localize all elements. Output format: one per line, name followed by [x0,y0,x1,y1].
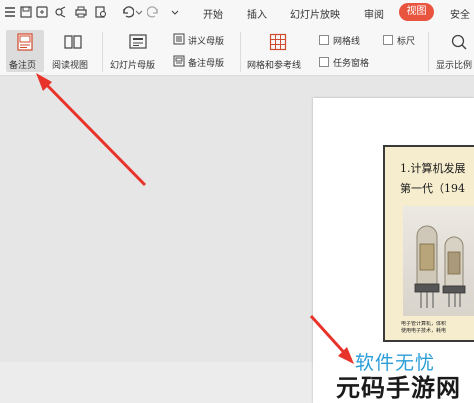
gridlines-checkbox[interactable] [319,35,329,45]
task-pane-checkbox[interactable] [319,57,329,67]
print-preview-icon[interactable] [94,5,108,19]
ruler-label: 标尺 [397,37,416,47]
notes-page-button[interactable] [12,33,38,53]
print-icon[interactable] [74,5,88,19]
ribbon-divider [428,32,429,72]
handout-master-label[interactable]: 讲义母版 [188,34,224,47]
tab-home[interactable]: 开始 [203,6,223,21]
more-icon[interactable] [170,5,180,19]
slide-caption-line: 电子管计算机，体积 [401,321,447,327]
slide-master-label: 幻灯片母版 [110,61,156,71]
share-icon[interactable] [54,5,68,19]
handout-master-icon [173,33,185,45]
magnifier-icon [451,34,467,50]
book-icon [64,35,82,49]
zoom-ratio-label: 显示比例 [436,61,473,71]
notes-master-button[interactable] [172,55,186,69]
ruler-checkbox[interactable] [383,35,393,45]
gridlines-label: 网格线 [333,37,361,47]
notes-page-icon [17,33,33,51]
zoom-ratio-button[interactable] [448,33,470,53]
slide-master-icon [129,34,147,49]
slide-master-button[interactable] [125,33,151,53]
slide-caption-line: 使用电子技术，耗电 [401,328,447,334]
ribbon-divider [240,32,241,72]
handout-master-button[interactable] [172,33,186,47]
tab-slideshow[interactable]: 幻灯片放映 [290,6,340,21]
tab-security[interactable]: 安全 [450,6,470,21]
task-pane-label: 任务窗格 [333,59,370,69]
vacuum-tube-icon [414,225,466,308]
title-bar: 开始 插入 幻灯片放映 审阅 视图 安全 [0,0,474,26]
reading-view-label: 阅读视图 [52,61,89,71]
grid-guides-label: 网格和参考线 [247,61,302,71]
notes-master-label[interactable]: 备注母版 [188,56,224,69]
slide-heading: 1.计算机发展 [400,162,466,175]
export-icon[interactable] [35,5,49,19]
grid-guides-button[interactable] [265,33,291,53]
undo-icon[interactable] [120,5,134,19]
slide-subheading: 第一代（194 [400,182,465,195]
tab-insert[interactable]: 插入 [247,6,267,21]
tab-review[interactable]: 审阅 [364,6,384,21]
reading-view-button[interactable] [60,33,86,53]
save-icon[interactable] [19,5,33,19]
ribbon-divider [102,32,103,72]
vacuum-tube-photo [403,206,474,316]
grid-icon [269,33,287,51]
tab-view[interactable]: 视图 [399,3,434,21]
slide-caption: 电子管计算机，体积 使用电子技术，耗电 [401,321,474,335]
notes-master-icon [173,55,185,67]
watermark-site: 元码手游网 [336,374,461,402]
app-menu-icon[interactable] [3,5,17,19]
redo-icon[interactable] [147,5,161,19]
notes-page-label: 备注页 [9,61,37,71]
chevron-down-icon[interactable] [135,5,143,19]
